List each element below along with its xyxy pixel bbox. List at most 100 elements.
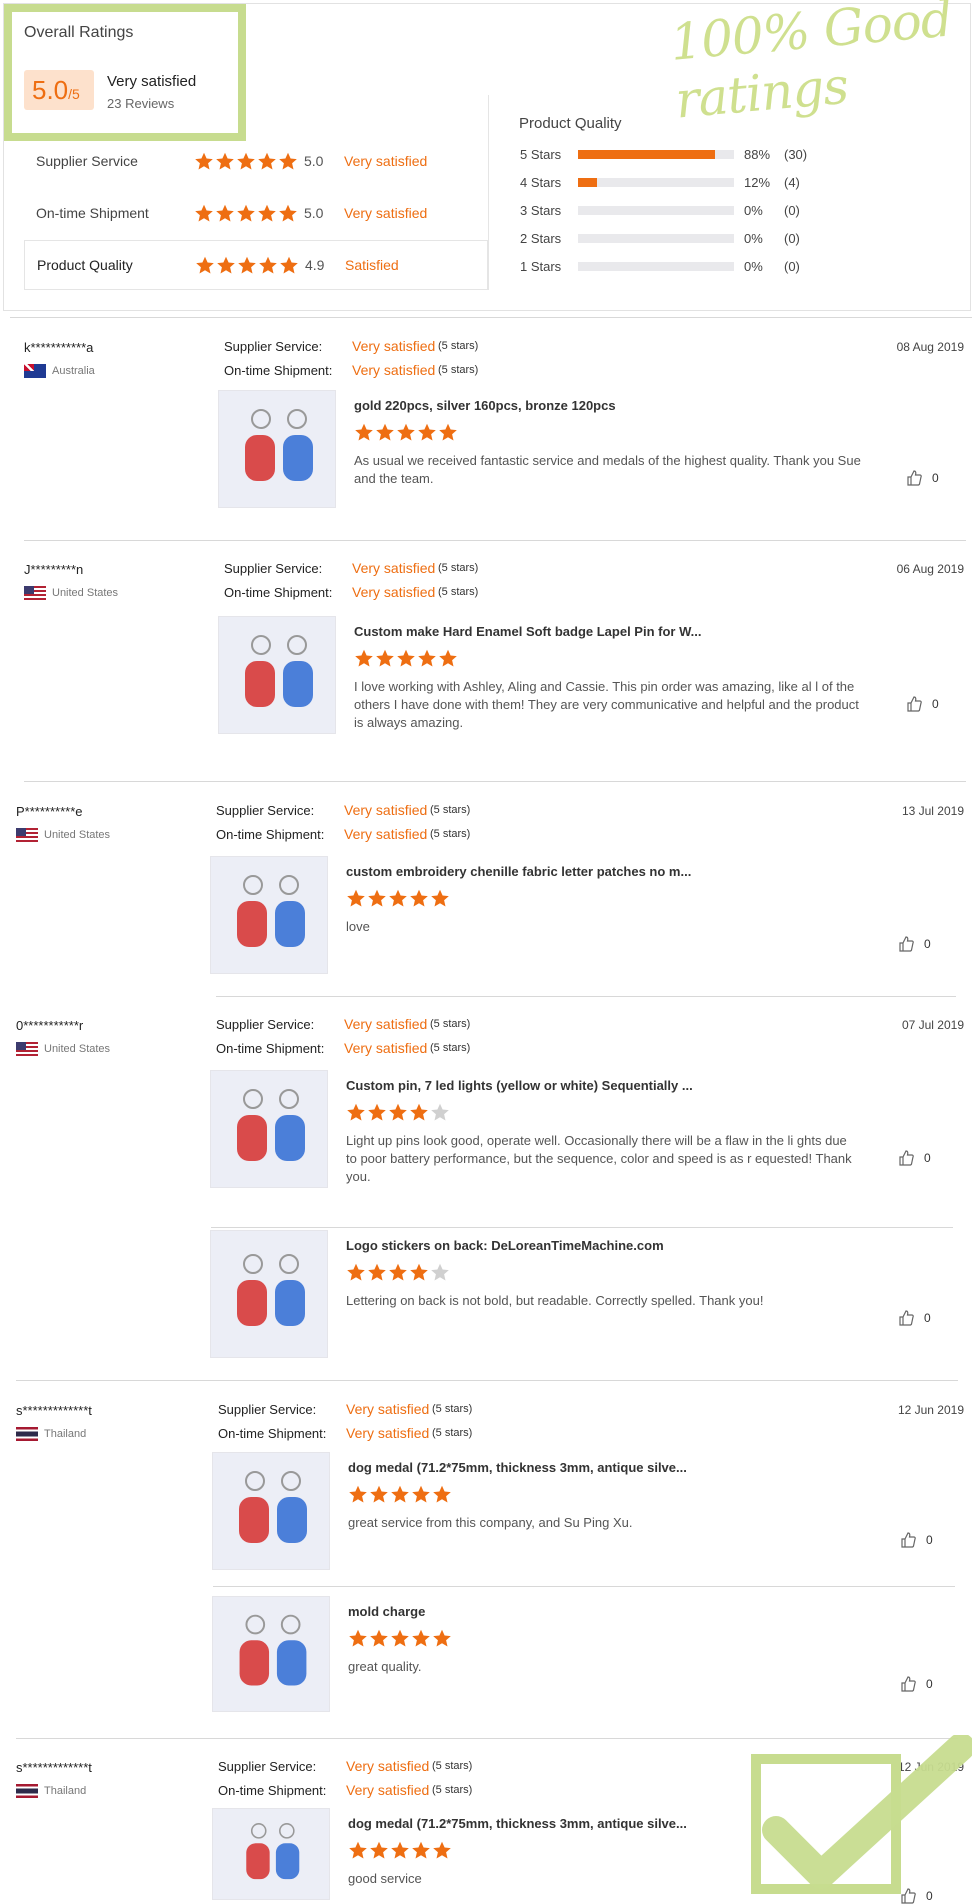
reviewer-country: United States xyxy=(16,1042,110,1056)
like-button[interactable]: 0 xyxy=(898,936,931,952)
product-image-icon xyxy=(239,1614,307,1686)
country-name: United States xyxy=(44,829,111,841)
supplier-service-rating: Supplier Service: Very satisfied (5 stars) xyxy=(224,560,478,576)
thumbs-up-icon xyxy=(899,1310,914,1326)
product-thumbnail[interactable] xyxy=(218,616,336,734)
product-title[interactable]: dog medal (71.2*75mm, thickness 3mm, ant… xyxy=(348,1816,687,1831)
like-count: 0 xyxy=(932,697,939,711)
star-filled-icon xyxy=(347,889,365,907)
dimension-label: Very satisfied xyxy=(344,205,428,221)
like-count: 0 xyxy=(932,471,939,485)
rating-value: Very satisfied xyxy=(352,338,436,354)
check-mark-icon xyxy=(751,1735,972,1894)
quality-star-label: 5 Stars xyxy=(520,146,562,162)
star-filled-icon xyxy=(433,1629,451,1647)
product-image-icon xyxy=(237,875,305,947)
rating-value: Very satisfied xyxy=(346,1782,430,1798)
star-empty-icon xyxy=(431,1103,449,1121)
review-divider xyxy=(216,996,956,997)
star-filled-icon xyxy=(196,256,214,273)
rating-label: On-time Shipment: xyxy=(216,826,325,842)
supplier-service-rating: Supplier Service: Very satisfied (5 stars) xyxy=(224,338,478,354)
on-time-shipment-rating: On-time Shipment: Very satisfied (5 stars) xyxy=(224,362,478,378)
reviewer-country: Thailand xyxy=(16,1427,86,1441)
review-divider xyxy=(24,540,966,541)
product-thumbnail[interactable] xyxy=(210,856,328,974)
star-filled-icon xyxy=(217,256,235,273)
star-filled-icon xyxy=(195,204,213,221)
supplier-service-rating: Supplier Service: Very satisfied (5 stars) xyxy=(218,1758,472,1774)
overall-score: 5.0 xyxy=(32,75,69,105)
like-button[interactable]: 0 xyxy=(906,696,939,712)
star-filled-icon xyxy=(216,204,234,221)
star-filled-icon xyxy=(349,1485,367,1503)
product-thumbnail[interactable] xyxy=(212,1596,330,1712)
star-filled-icon xyxy=(355,423,373,441)
item-divider xyxy=(211,1227,953,1228)
overall-review-count: 23 Reviews xyxy=(107,96,175,111)
dimension-stars xyxy=(194,204,304,223)
like-button[interactable]: 0 xyxy=(898,1310,931,1326)
star-filled-icon xyxy=(238,256,256,273)
dimension-label: Satisfied xyxy=(345,257,399,273)
review-comment: I love working with Ashley, Aling and Ca… xyxy=(354,679,859,730)
star-filled-icon xyxy=(195,152,213,169)
rating-value: Very satisfied xyxy=(352,560,436,576)
product-title[interactable]: dog medal (71.2*75mm, thickness 3mm, ant… xyxy=(348,1460,687,1475)
product-title[interactable]: Custom make Hard Enamel Soft badge Lapel… xyxy=(354,624,701,639)
quality-percent: 12% xyxy=(744,174,771,190)
like-button[interactable]: 0 xyxy=(900,1676,933,1692)
rating-stars-text: (5 stars) xyxy=(430,1042,471,1054)
star-filled-icon xyxy=(410,1263,428,1281)
product-thumbnail[interactable] xyxy=(218,390,336,508)
star-filled-icon xyxy=(279,152,297,169)
rating-value: Very satisfied xyxy=(346,1758,430,1774)
product-title[interactable]: custom embroidery chenille fabric letter… xyxy=(346,864,691,879)
product-thumbnail[interactable] xyxy=(212,1452,330,1570)
like-button[interactable]: 0 xyxy=(906,470,939,486)
star-filled-icon xyxy=(355,649,373,667)
star-filled-icon xyxy=(389,1103,407,1121)
review-comment: great quality. xyxy=(348,1659,422,1674)
review-comment: Light up pins look good, operate well. O… xyxy=(346,1133,852,1184)
quality-distribution-row: 5 Stars 88% (30) xyxy=(520,144,807,164)
product-rating-stars xyxy=(348,1841,452,1860)
star-filled-icon xyxy=(370,1841,388,1859)
product-thumbnail[interactable] xyxy=(212,1808,330,1900)
product-title[interactable]: gold 220pcs, silver 160pcs, bronze 120pc… xyxy=(354,398,616,413)
like-button[interactable]: 0 xyxy=(898,1150,931,1166)
country-name: Thailand xyxy=(44,1428,87,1440)
rating-value: Very satisfied xyxy=(344,802,428,818)
star-filled-icon xyxy=(237,204,255,221)
product-rating-stars xyxy=(354,649,458,668)
product-thumbnail[interactable] xyxy=(210,1230,328,1358)
product-title[interactable]: Custom pin, 7 led lights (yellow or whit… xyxy=(346,1078,693,1093)
star-filled-icon xyxy=(391,1485,409,1503)
star-filled-icon xyxy=(418,423,436,441)
star-filled-icon xyxy=(397,649,415,667)
quality-bar-track xyxy=(578,149,734,159)
reviewer-name: s*************t xyxy=(16,1760,92,1775)
product-image-icon xyxy=(245,409,313,481)
reviewer-name: s*************t xyxy=(16,1403,92,1418)
review-date: 08 Aug 2019 xyxy=(896,340,964,354)
rating-label: Supplier Service: xyxy=(216,1016,315,1032)
quality-bar-track xyxy=(578,177,734,187)
dimension-row: On-time Shipment 5.0 Very satisfied xyxy=(24,188,488,238)
like-button[interactable]: 0 xyxy=(900,1532,933,1548)
review-date: 06 Aug 2019 xyxy=(896,562,964,576)
star-filled-icon xyxy=(279,204,297,221)
star-empty-icon xyxy=(431,1263,449,1281)
star-filled-icon xyxy=(259,256,277,273)
dimension-row-selected[interactable]: Product Quality 4.9 Satisfied xyxy=(24,240,488,290)
rating-value: Very satisfied xyxy=(344,1040,428,1056)
product-title[interactable]: mold charge xyxy=(348,1604,425,1619)
dimension-label: Very satisfied xyxy=(344,153,428,169)
reviewer-name: J*********n xyxy=(24,562,84,577)
rating-value: Very satisfied xyxy=(346,1425,430,1441)
product-title[interactable]: Logo stickers on back: DeLoreanTimeMachi… xyxy=(346,1238,664,1253)
product-quality-title: Product Quality xyxy=(519,115,622,132)
product-thumbnail[interactable] xyxy=(210,1070,328,1188)
star-filled-icon xyxy=(389,1263,407,1281)
rating-label: On-time Shipment: xyxy=(218,1425,327,1441)
